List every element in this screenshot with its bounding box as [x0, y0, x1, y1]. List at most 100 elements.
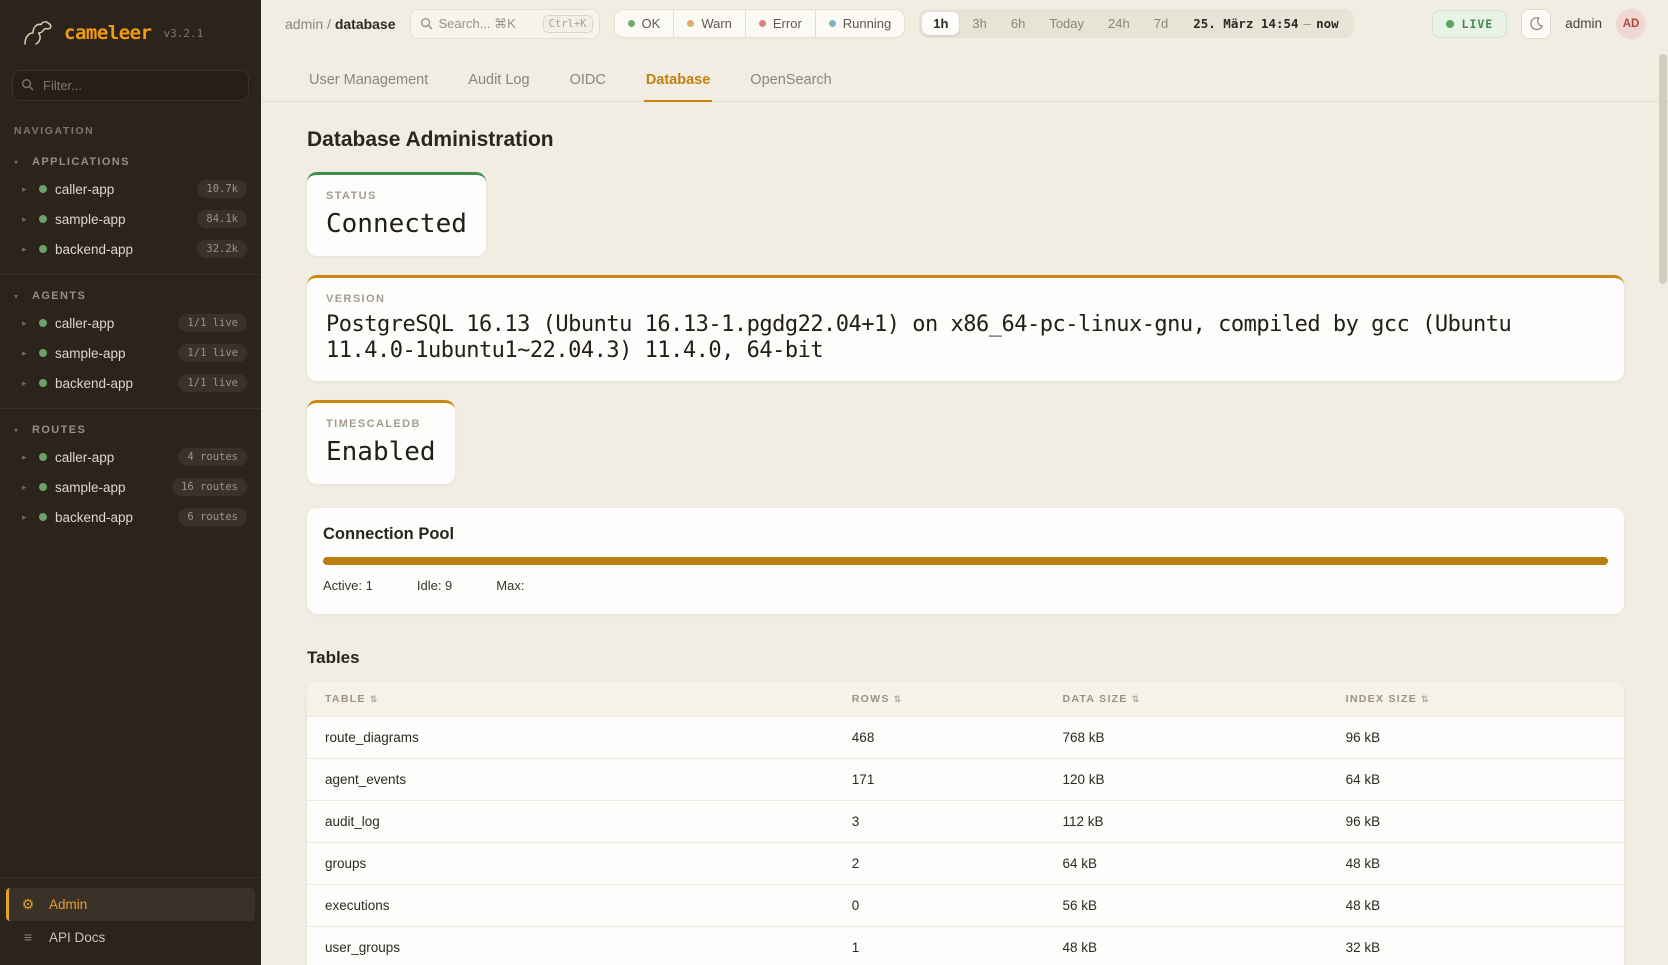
moon-icon	[1529, 16, 1544, 31]
app-name: cameleer	[64, 22, 152, 44]
section-header-routes[interactable]: ▾ ROUTES	[0, 416, 261, 442]
cell-data-size: 768 kB	[1045, 717, 1328, 758]
item-label: backend-app	[55, 242, 189, 257]
time-range-group: 1h 3h 6h Today 24h 7d 25. März 14:54—now	[919, 9, 1353, 38]
table-row[interactable]: executions 0 56 kB 48 kB	[307, 884, 1624, 926]
item-badge: 10.7k	[197, 180, 247, 198]
table-row[interactable]: user_groups 1 48 kB 32 kB	[307, 926, 1624, 965]
logo[interactable]: cameleer v3.2.1	[0, 0, 261, 64]
time-range-3h[interactable]: 3h	[961, 12, 997, 35]
section-routes: ▾ ROUTES ▸ caller-app 4 routes ▸ sample-…	[0, 408, 261, 542]
filter-input[interactable]	[12, 70, 249, 101]
cell-table-name: user_groups	[307, 927, 834, 965]
cell-table-name: route_diagrams	[307, 717, 834, 758]
caret-right-icon: ▸	[22, 348, 31, 359]
column-header-rows[interactable]: ROWS⇅	[834, 682, 1045, 716]
time-range-6h[interactable]: 6h	[1000, 12, 1036, 35]
time-range-1h[interactable]: 1h	[922, 12, 959, 35]
sidebar-item-routes-sample-app[interactable]: ▸ sample-app 16 routes	[0, 472, 261, 502]
live-badge[interactable]: LIVE	[1432, 10, 1508, 38]
sidebar-item-applications-backend-app[interactable]: ▸ backend-app 32.2k	[0, 234, 261, 264]
cell-data-size: 64 kB	[1045, 843, 1328, 884]
warn-dot-icon	[687, 20, 694, 27]
table-row[interactable]: route_diagrams 468 768 kB 96 kB	[307, 716, 1624, 758]
user-name[interactable]: admin	[1565, 16, 1602, 31]
column-header-index-size[interactable]: INDEX SIZE⇅	[1328, 682, 1624, 716]
tab-audit-log[interactable]: Audit Log	[466, 61, 531, 101]
connection-pool-stats: Active: 1 Idle: 9 Max:	[323, 578, 1608, 593]
filter-running[interactable]: Running	[815, 10, 904, 37]
table-row[interactable]: agent_events 171 120 kB 64 kB	[307, 758, 1624, 800]
sidebar-item-applications-sample-app[interactable]: ▸ sample-app 84.1k	[0, 204, 261, 234]
sidebar-item-routes-caller-app[interactable]: ▸ caller-app 4 routes	[0, 442, 261, 472]
breadcrumb: admin / database	[285, 16, 396, 32]
time-range-7d[interactable]: 7d	[1143, 12, 1179, 35]
search-input[interactable]: Search... ⌘K Ctrl+K	[410, 9, 600, 39]
section-label: AGENTS	[32, 290, 86, 302]
page-title: Database Administration	[307, 128, 1624, 152]
sidebar-item-routes-backend-app[interactable]: ▸ backend-app 6 routes	[0, 502, 261, 532]
cell-rows: 0	[834, 885, 1045, 926]
status-dot	[39, 245, 47, 253]
sidebar-footer: ⚙ Admin ≡ API Docs	[0, 877, 261, 965]
cell-table-name: groups	[307, 843, 834, 884]
section-agents: ▾ AGENTS ▸ caller-app 1/1 live ▸ sample-…	[0, 274, 261, 408]
item-label: backend-app	[55, 376, 170, 391]
caret-right-icon: ▸	[22, 214, 31, 225]
table-row[interactable]: groups 2 64 kB 48 kB	[307, 842, 1624, 884]
cell-index-size: 48 kB	[1328, 885, 1624, 926]
filter-ok-label: OK	[642, 16, 661, 31]
scrollbar[interactable]	[1659, 2, 1667, 963]
section-header-applications[interactable]: ▾ APPLICATIONS	[0, 148, 261, 174]
timescaledb-card: TIMESCALEDB Enabled	[307, 400, 455, 484]
item-label: caller-app	[55, 316, 170, 331]
status-dot	[39, 453, 47, 461]
time-range-24h[interactable]: 24h	[1097, 12, 1141, 35]
time-range-today[interactable]: Today	[1038, 12, 1095, 35]
caret-right-icon: ▸	[22, 512, 31, 523]
column-header-data-size[interactable]: DATA SIZE⇅	[1045, 682, 1328, 716]
item-label: caller-app	[55, 450, 170, 465]
sidebar-item-agents-backend-app[interactable]: ▸ backend-app 1/1 live	[0, 368, 261, 398]
caret-right-icon: ▸	[22, 452, 31, 463]
table-row[interactable]: audit_log 3 112 kB 96 kB	[307, 800, 1624, 842]
caret-right-icon: ▸	[22, 184, 31, 195]
topbar: admin / database Search... ⌘K Ctrl+K OK …	[261, 0, 1668, 47]
filter-ok[interactable]: OK	[615, 10, 674, 37]
item-badge: 32.2k	[197, 240, 247, 258]
sidebar-item-api-docs[interactable]: ≡ API Docs	[6, 921, 255, 953]
item-label: sample-app	[55, 480, 164, 495]
sidebar-item-admin[interactable]: ⚙ Admin	[6, 888, 255, 921]
table-header-row: TABLE⇅ ROWS⇅ DATA SIZE⇅ INDEX SIZE⇅	[307, 682, 1624, 716]
column-label: ROWS	[852, 693, 890, 705]
search-icon	[21, 78, 34, 91]
table-body: route_diagrams 468 768 kB 96 kB agent_ev…	[307, 716, 1624, 965]
column-label: TABLE	[325, 693, 366, 705]
scrollbar-thumb[interactable]	[1659, 54, 1667, 284]
section-header-agents[interactable]: ▾ AGENTS	[0, 282, 261, 308]
app-version: v3.2.1	[164, 27, 204, 40]
tab-user-management[interactable]: User Management	[307, 61, 430, 101]
theme-toggle-button[interactable]	[1521, 9, 1551, 39]
docs-menu-icon: ≡	[20, 929, 36, 945]
breadcrumb-section[interactable]: admin	[285, 16, 323, 32]
tab-database[interactable]: Database	[644, 61, 712, 102]
caret-down-icon: ▾	[14, 158, 22, 167]
cell-rows: 1	[834, 927, 1045, 965]
sidebar-item-applications-caller-app[interactable]: ▸ caller-app 10.7k	[0, 174, 261, 204]
sidebar-item-agents-sample-app[interactable]: ▸ sample-app 1/1 live	[0, 338, 261, 368]
date-range[interactable]: 25. März 14:54—now	[1181, 16, 1350, 31]
version-card: VERSION PostgreSQL 16.13 (Ubuntu 16.13-1…	[307, 275, 1624, 381]
sidebar-item-agents-caller-app[interactable]: ▸ caller-app 1/1 live	[0, 308, 261, 338]
main-area: admin / database Search... ⌘K Ctrl+K OK …	[261, 0, 1668, 965]
tab-opensearch[interactable]: OpenSearch	[748, 61, 833, 101]
date-from: 25. März 14:54	[1193, 16, 1298, 31]
filter-warn[interactable]: Warn	[673, 10, 745, 37]
column-header-table[interactable]: TABLE⇅	[307, 682, 834, 716]
tab-oidc[interactable]: OIDC	[568, 61, 608, 101]
item-badge: 84.1k	[197, 210, 247, 228]
filter-error[interactable]: Error	[745, 10, 815, 37]
avatar[interactable]: AD	[1616, 9, 1646, 39]
api-docs-label: API Docs	[49, 930, 105, 945]
version-card-value: PostgreSQL 16.13 (Ubuntu 16.13-1.pgdg22.…	[326, 312, 1605, 364]
